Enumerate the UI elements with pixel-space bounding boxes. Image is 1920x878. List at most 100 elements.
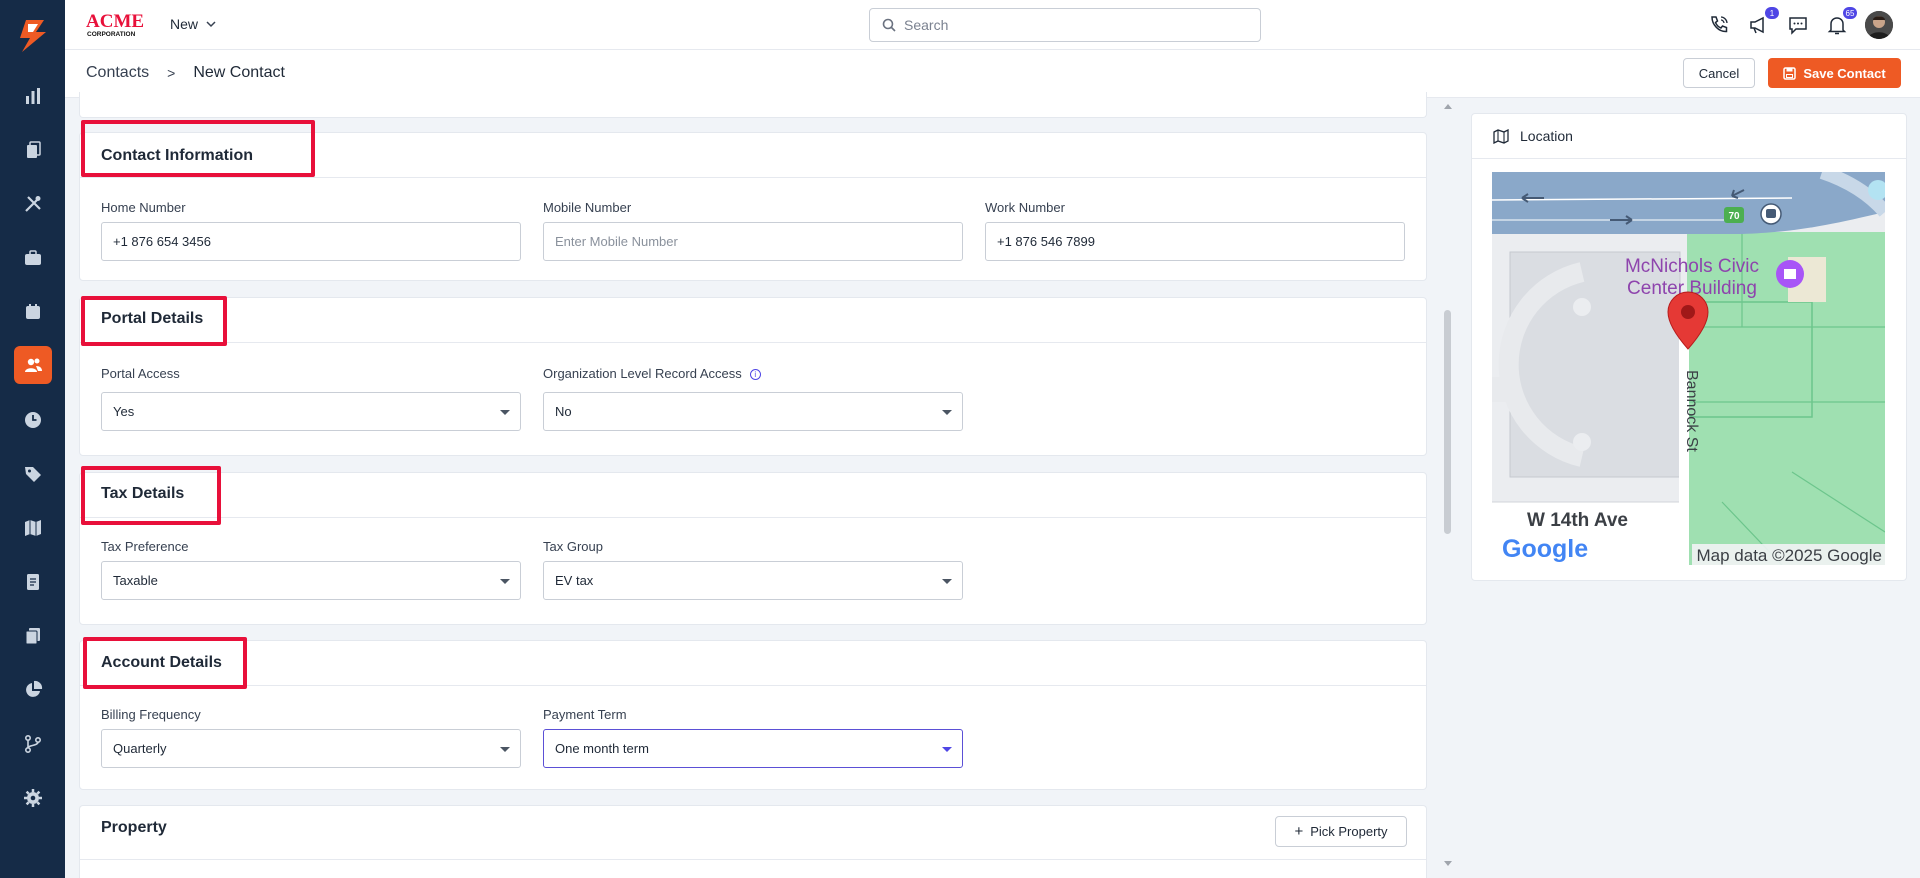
caret-down-icon: [942, 747, 952, 752]
contacts-icon[interactable]: [14, 346, 52, 384]
map-place-label-line1: McNichols Civic: [1625, 256, 1759, 277]
map-attribution: Map data ©2025 Google: [1697, 546, 1883, 565]
billing-frequency-label: Billing Frequency: [101, 707, 201, 722]
tax-group-select[interactable]: EV tax: [543, 561, 963, 600]
breadcrumb: Contacts > New Contact: [86, 64, 285, 82]
announcement-badge: 1: [1765, 7, 1779, 19]
portal-details-card: Portal Details Portal Access Yes Organiz…: [79, 297, 1427, 456]
card-divider: [80, 859, 1426, 860]
portal-access-select[interactable]: Yes: [101, 392, 521, 431]
org-level-access-value: No: [555, 404, 572, 419]
settings-gear-icon[interactable]: [14, 779, 52, 817]
top-header: ACME CORPORATION New 1 65: [65, 0, 1920, 50]
pick-property-button[interactable]: + Pick Property: [1275, 816, 1407, 847]
chevron-down-icon: [206, 20, 216, 27]
cancel-button[interactable]: Cancel: [1683, 58, 1755, 88]
acme-logo[interactable]: ACME CORPORATION: [85, 9, 149, 39]
save-contact-button[interactable]: Save Contact: [1768, 58, 1901, 88]
caret-down-icon: [500, 579, 510, 584]
invoice-icon[interactable]: [14, 563, 52, 601]
user-avatar[interactable]: [1865, 11, 1893, 39]
mobile-number-label: Mobile Number: [543, 200, 632, 215]
chat-icon[interactable]: [1786, 13, 1810, 37]
card-divider: [80, 517, 1426, 518]
notification-badge: 65: [1843, 7, 1857, 19]
org-level-access-label: Organization Level Record Access i: [543, 366, 761, 381]
search-input[interactable]: [904, 17, 1234, 33]
highlight-box-account-details: [83, 637, 247, 689]
scroll-down-arrow-icon[interactable]: [1443, 860, 1453, 868]
org-level-access-select[interactable]: No: [543, 392, 963, 431]
tax-preference-value: Taxable: [113, 573, 158, 588]
mobile-number-field[interactable]: Enter Mobile Number: [543, 222, 963, 261]
previous-section-card: [79, 92, 1427, 118]
documents-icon[interactable]: [14, 131, 52, 169]
account-details-card: Account Details Billing Frequency Quarte…: [79, 640, 1427, 790]
map-icon: [1493, 129, 1509, 144]
new-menu-button[interactable]: New: [170, 16, 216, 32]
map-avenue-label: W 14th Ave: [1527, 510, 1628, 531]
briefcase-icon[interactable]: [14, 239, 52, 277]
highlight-box-contact-information: [81, 120, 315, 177]
org-level-access-text: Organization Level Record Access: [543, 366, 742, 381]
work-number-label: Work Number: [985, 200, 1065, 215]
card-divider: [80, 685, 1426, 686]
highlight-box-tax-details: [81, 466, 221, 525]
portal-access-value: Yes: [113, 404, 135, 419]
page-header: Contacts > New Contact Cancel Save Conta…: [65, 50, 1920, 98]
tax-details-card: Tax Details Tax Preference Taxable Tax G…: [79, 472, 1427, 625]
map-icon[interactable]: [14, 509, 52, 547]
card-divider: [80, 342, 1426, 343]
tax-group-label: Tax Group: [543, 539, 603, 554]
card-divider: [80, 177, 1426, 178]
billing-frequency-select[interactable]: Quarterly: [101, 729, 521, 768]
tag-icon[interactable]: [14, 455, 52, 493]
tax-preference-select[interactable]: Taxable: [101, 561, 521, 600]
google-logo: Google: [1502, 535, 1588, 563]
caret-down-icon: [942, 579, 952, 584]
save-contact-label: Save Contact: [1803, 65, 1886, 81]
payment-term-value: One month term: [555, 741, 649, 756]
property-card: Property + Pick Property: [79, 805, 1427, 878]
tax-preference-label: Tax Preference: [101, 539, 189, 554]
plus-icon: +: [1294, 823, 1304, 840]
home-number-label: Home Number: [101, 200, 186, 215]
tax-group-value: EV tax: [555, 573, 594, 588]
caret-down-icon: [942, 410, 952, 415]
dashboard-icon[interactable]: [14, 77, 52, 115]
portal-access-label: Portal Access: [101, 366, 180, 381]
caret-down-icon: [500, 410, 510, 415]
new-menu-label: New: [170, 16, 199, 32]
save-icon: [1783, 66, 1797, 80]
pick-property-label: Pick Property: [1310, 824, 1388, 839]
clock-icon[interactable]: [14, 401, 52, 439]
interstate-shield-label: 70: [1728, 211, 1740, 222]
search-icon: [882, 18, 896, 32]
workflow-icon[interactable]: [14, 725, 52, 763]
home-number-field[interactable]: +1 876 654 3456: [101, 222, 521, 261]
location-map[interactable]: 70 McNichols Civic Center Building Banno…: [1492, 172, 1885, 565]
work-number-field[interactable]: +1 876 546 7899: [985, 222, 1405, 261]
content-scrollbar[interactable]: [1440, 98, 1456, 878]
page-title: New Contact: [193, 64, 285, 81]
info-icon[interactable]: i: [749, 369, 761, 380]
app-logo-icon[interactable]: [14, 18, 50, 54]
payment-term-label: Payment Term: [543, 707, 627, 722]
sidebar: [0, 0, 65, 878]
scrollbar-thumb[interactable]: [1444, 310, 1451, 534]
scroll-up-arrow-icon[interactable]: [1443, 102, 1453, 110]
map-street-label: Bannock St: [1683, 370, 1700, 452]
highlight-box-portal-details: [81, 296, 227, 346]
megaphone-icon[interactable]: 1: [1747, 7, 1779, 37]
phone-icon[interactable]: [1707, 13, 1731, 37]
tools-icon[interactable]: [14, 185, 52, 223]
files-icon[interactable]: [14, 617, 52, 655]
calendar-icon[interactable]: [14, 293, 52, 331]
billing-frequency-value: Quarterly: [113, 741, 167, 756]
breadcrumb-contacts[interactable]: Contacts: [86, 64, 149, 82]
search-box[interactable]: [869, 8, 1261, 42]
payment-term-select[interactable]: One month term: [543, 729, 963, 768]
location-panel: Location 70 McNichols Civic Center Build…: [1471, 113, 1907, 581]
bell-icon[interactable]: 65: [1825, 7, 1857, 37]
reports-pie-icon[interactable]: [14, 671, 52, 709]
